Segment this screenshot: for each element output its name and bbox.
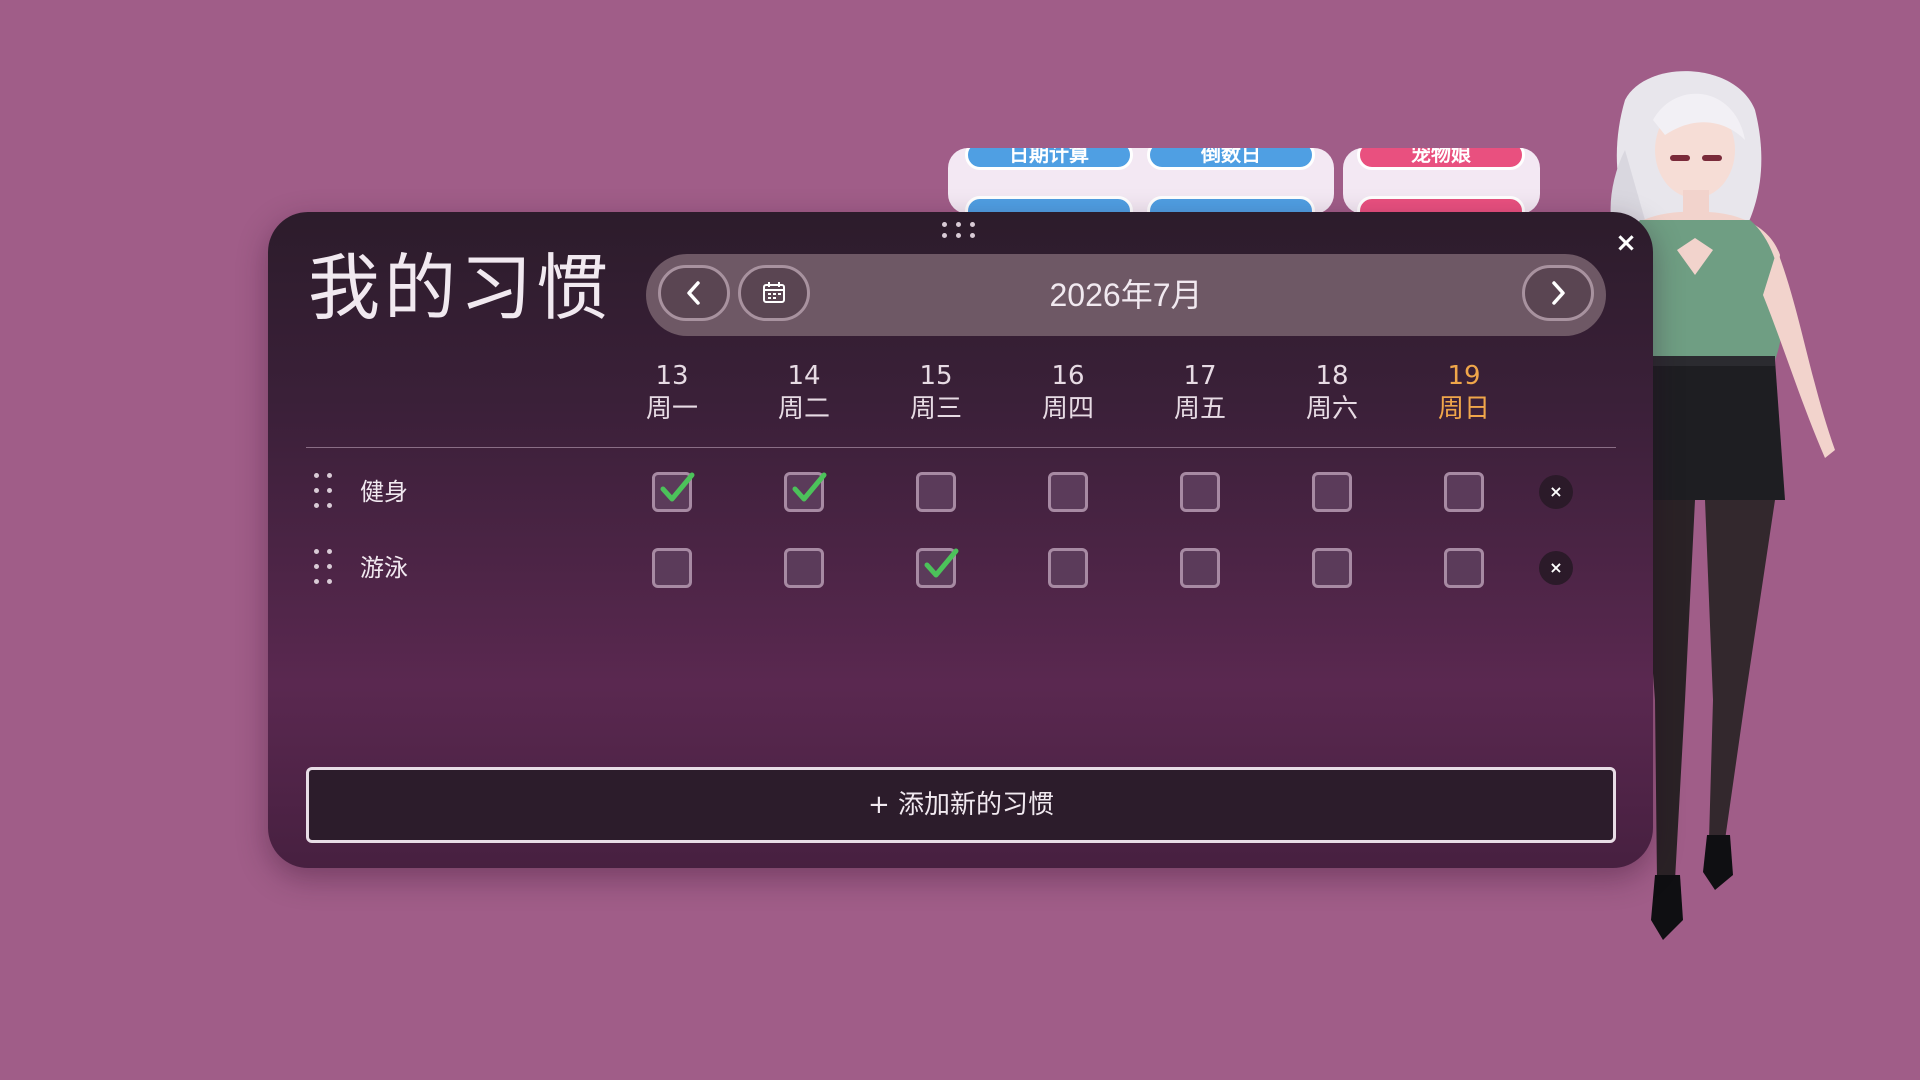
day-date: 15 (919, 361, 953, 391)
date-calc-label: 日期计算 (1009, 148, 1089, 166)
pet-widget-card: 宠物娘 (1343, 148, 1540, 214)
tools-widget-card: 日期计算 倒数日 (948, 148, 1334, 214)
day-date: 17 (1183, 361, 1217, 391)
chevron-right-icon (1552, 281, 1565, 305)
habit-checkbox[interactable] (1312, 472, 1352, 512)
add-habit-label: + 添加新的习惯 (867, 790, 1055, 820)
checkmark-icon (924, 548, 959, 578)
row-drag-handle-icon[interactable] (314, 549, 336, 587)
habit-checkbox[interactable] (1048, 472, 1088, 512)
day-date: 14 (787, 361, 821, 391)
day-weekday: 周三 (909, 394, 962, 424)
checkmark-icon (660, 472, 695, 502)
habit-checkbox[interactable] (1444, 548, 1484, 588)
close-icon: × (1549, 558, 1563, 577)
day-weekday: 周一 (645, 394, 698, 424)
day-weekday: 周六 (1305, 394, 1358, 424)
day-header-16: 16 周四 (1013, 360, 1123, 426)
calendar-button[interactable] (738, 265, 810, 321)
close-button[interactable]: × (1609, 226, 1643, 260)
habit-checkbox[interactable] (1180, 548, 1220, 588)
habit-tracker-panel: × 我的习惯 2026年7月 13 周一 14 周二 15 周三 16 周四 1… (268, 212, 1653, 868)
countdown-label: 倒数日 (1201, 148, 1261, 166)
pet-girl-label: 宠物娘 (1411, 148, 1471, 166)
day-weekday: 周四 (1041, 394, 1094, 424)
day-weekday: 周五 (1173, 394, 1226, 424)
habit-name: 游泳 (360, 554, 408, 582)
delete-habit-button[interactable]: × (1539, 475, 1573, 509)
day-date: 16 (1051, 361, 1085, 391)
chevron-left-icon (687, 281, 700, 305)
habit-checkbox[interactable] (1048, 548, 1088, 588)
close-icon: × (1615, 228, 1637, 258)
day-header-18: 18 周六 (1277, 360, 1387, 426)
day-header-19-today: 19 周日 (1409, 360, 1519, 426)
day-date: 18 (1315, 361, 1349, 391)
day-header-17: 17 周五 (1145, 360, 1255, 426)
habit-checkbox[interactable] (916, 548, 959, 588)
habit-checkbox[interactable] (784, 472, 827, 512)
habit-checkbox[interactable] (916, 472, 956, 512)
next-week-button[interactable] (1522, 265, 1594, 321)
habit-checkbox[interactable] (1444, 472, 1484, 512)
day-date: 19 (1447, 361, 1481, 391)
week-navigation: 2026年7月 (646, 254, 1606, 336)
checkmark-icon (792, 472, 827, 502)
calendar-icon (763, 282, 785, 303)
row-drag-handle-icon[interactable] (314, 473, 336, 511)
day-header-13: 13 周一 (617, 360, 727, 426)
prev-week-button[interactable] (658, 265, 730, 321)
page-title: 我的习惯 (308, 246, 613, 330)
habit-checkbox[interactable] (1312, 548, 1352, 588)
countdown-button[interactable]: 倒数日 (1147, 148, 1315, 170)
pet-girl-button[interactable]: 宠物娘 (1357, 148, 1525, 170)
habit-checkbox[interactable] (652, 548, 692, 588)
add-habit-button[interactable]: + 添加新的习惯 (306, 767, 1616, 843)
day-weekday: 周二 (777, 394, 830, 424)
date-calc-button[interactable]: 日期计算 (965, 148, 1133, 170)
day-header-14: 14 周二 (749, 360, 859, 426)
habit-checkbox[interactable] (652, 472, 695, 512)
delete-habit-button[interactable]: × (1539, 551, 1573, 585)
habit-checkbox[interactable] (1180, 472, 1220, 512)
day-header-15: 15 周三 (881, 360, 991, 426)
habit-name: 健身 (360, 478, 408, 506)
habit-checkbox[interactable] (784, 548, 824, 588)
day-weekday: 周日 (1437, 394, 1490, 424)
close-icon: × (1549, 482, 1563, 501)
header-divider (306, 447, 1616, 448)
day-date: 13 (655, 361, 689, 391)
panel-drag-handle[interactable] (940, 219, 980, 241)
